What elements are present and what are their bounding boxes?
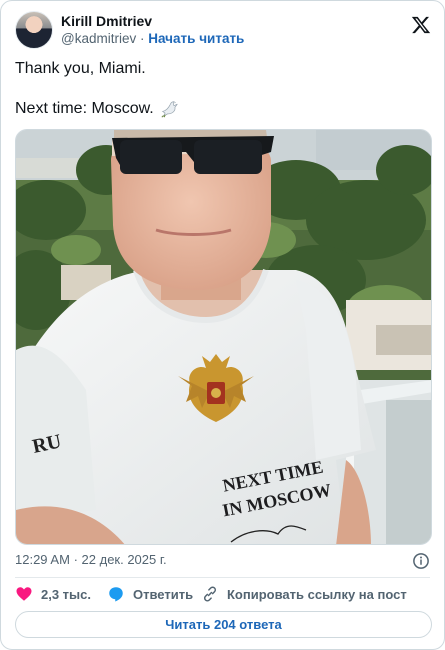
info-icon[interactable] (412, 552, 430, 570)
author-handle[interactable]: @kadmitriev (61, 31, 136, 46)
timestamp-separator: · (73, 552, 78, 567)
post-time: 12:29 AM (15, 552, 70, 567)
post-header: Kirill Dmitriev @kadmitriev · Начать чит… (15, 11, 433, 51)
follow-link[interactable]: Начать читать (148, 31, 244, 46)
handle-separator: · (140, 31, 145, 46)
post-text-line-2-row: Next time: Moscow. (15, 99, 425, 119)
selfie-photo-illustration: NEXT TIME IN MOSCOW RU (16, 130, 431, 544)
post-text-line-1: Thank you, Miami. (15, 60, 146, 77)
handle-row: @kadmitriev · Начать читать (61, 31, 244, 46)
heart-icon (16, 587, 32, 601)
embedded-post-card: Kirill Dmitriev @kadmitriev · Начать чит… (0, 0, 445, 650)
reply-button[interactable]: Ответить (107, 585, 193, 603)
post-actions: 2,3 тыс. Ответить Копировать ссылку на п… (15, 585, 433, 607)
like-count: 2,3 тыс. (41, 586, 91, 602)
author-name[interactable]: Kirill Dmitriev (61, 13, 152, 29)
avatar[interactable] (15, 11, 53, 49)
post-date: 22 дек. 2025 г. (81, 552, 167, 567)
reply-label: Ответить (133, 586, 194, 602)
post-text-line-2: Next time: Moscow. (15, 100, 154, 117)
post-text: Thank you, Miami. Next time: Moscow. (15, 59, 425, 119)
post-photo[interactable]: NEXT TIME IN MOSCOW RU (15, 129, 432, 545)
reply-bubble-icon (109, 587, 123, 602)
dove-icon (161, 101, 178, 118)
copy-link-label: Копировать ссылку на пост (227, 586, 407, 602)
link-icon (203, 586, 217, 602)
like-button[interactable]: 2,3 тыс. (15, 585, 91, 603)
x-logo-icon[interactable] (411, 15, 431, 35)
copy-link-button[interactable]: Копировать ссылку на пост (201, 585, 407, 603)
post-timestamp[interactable]: 12:29 AM · 22 дек. 2025 г. (15, 552, 167, 567)
read-replies-button[interactable]: Читать 204 ответа (15, 611, 432, 638)
divider (15, 577, 430, 578)
